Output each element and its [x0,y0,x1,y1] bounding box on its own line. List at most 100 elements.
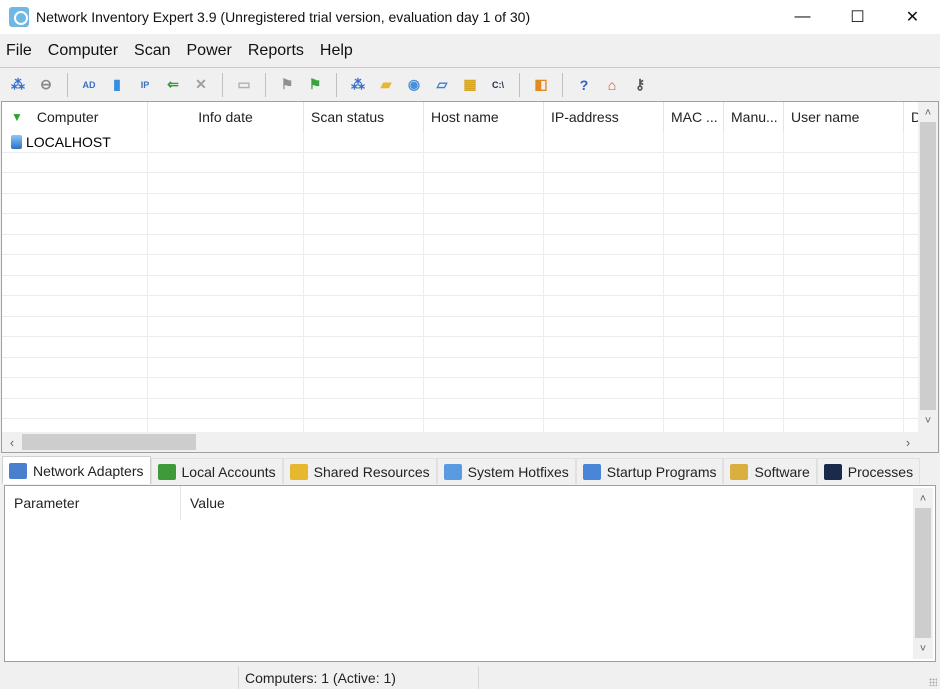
column-header-host-name[interactable]: Host name [424,102,544,132]
tab-local-accounts[interactable]: Local Accounts [150,458,283,484]
table-cell [148,152,304,172]
column-header-manu[interactable]: Manu... [724,102,784,132]
table-row[interactable] [2,398,919,419]
scroll-left-icon[interactable]: ‹ [2,432,22,452]
table-row[interactable] [2,193,919,214]
report-button[interactable]: ◧ [529,73,553,97]
menu-scan[interactable]: Scan [126,42,178,60]
column-header-info-date[interactable]: Info date [148,102,304,132]
properties-button[interactable]: ▭ [232,73,256,97]
scan-button[interactable]: ⚑ [303,73,327,97]
menu-file[interactable]: File [0,42,40,60]
column-value[interactable]: Value [181,486,381,520]
scroll-down-icon[interactable]: ˅ [918,412,938,430]
report-icon: ◧ [534,76,548,92]
table-row[interactable] [2,296,919,317]
column-label: Manu... [731,109,778,125]
table-cell [544,214,664,234]
table-cell [2,214,148,234]
table-row[interactable] [2,275,919,296]
resize-grip-icon[interactable] [929,678,937,686]
menu-computer[interactable]: Computer [40,42,126,60]
detail-panel[interactable]: Parameter Value ˄ ˅ [4,485,936,662]
hotfixes-button[interactable]: ◉ [402,73,426,97]
table-cell [664,378,724,398]
table-cell [664,152,724,172]
column-header-ip-address[interactable]: IP-address [544,102,664,132]
shared-folders-button[interactable]: ▰ [374,73,398,97]
menu-help[interactable]: Help [312,42,361,60]
table-row[interactable] [2,316,919,337]
column-header-user-name[interactable]: User name [784,102,904,132]
import-computers-icon: ⇐ [167,76,179,92]
processes-button[interactable]: C:\ [486,73,510,97]
table-row[interactable]: LOCALHOST [2,132,919,153]
startup-icon: ▱ [436,76,448,92]
table-row[interactable] [2,357,919,378]
scroll-thumb[interactable] [920,122,936,410]
table-cell [904,337,919,357]
startup-button[interactable]: ▱ [430,73,454,97]
delete-button[interactable]: ✕ [189,73,213,97]
network-adapters-button[interactable]: ⁂ [346,73,370,97]
menu-power[interactable]: Power [179,42,240,60]
status-computers-count: Computers: 1 (Active: 1) [239,666,479,689]
table-cell [784,316,904,336]
minimize-button[interactable]: — [775,0,830,34]
computers-grid[interactable]: ▼ Computer Info date Scan status Host name IP… [1,101,939,453]
help-button[interactable]: ? [572,73,596,97]
table-row[interactable] [2,214,919,235]
column-header-computer[interactable]: ▼ Computer [2,102,148,132]
table-row[interactable] [2,173,919,194]
column-header-scan-status[interactable]: Scan status [304,102,424,132]
vertical-scrollbar[interactable]: ˄ ˅ [918,102,938,432]
tab-network-adapters[interactable]: Network Adapters [2,456,151,484]
window-title: Network Inventory Expert 3.9 (Unregister… [36,9,531,25]
detail-scroll-down-icon[interactable]: ˅ [913,640,933,658]
column-parameter[interactable]: Parameter [5,486,181,520]
tab-processes[interactable]: Processes [816,458,921,484]
add-computer-button[interactable]: ▮ [105,73,129,97]
horizontal-scrollbar[interactable]: ‹ › [2,432,938,452]
tab-startup-programs[interactable]: Startup Programs [575,458,724,484]
detail-scroll-thumb[interactable] [915,508,931,638]
table-cell [304,193,424,213]
properties-icon: ▭ [237,76,251,92]
remove-computer-button[interactable]: ⊖ [34,73,58,97]
tab-software[interactable]: Software [723,458,817,484]
maximize-button[interactable]: ☐ [830,0,885,34]
add-by-ip-button[interactable]: IP [133,73,157,97]
add-computers-button[interactable]: ⁂ [6,73,30,97]
table-row[interactable] [2,152,919,173]
toolbar-separator [265,72,266,97]
close-button[interactable]: ✕ [885,0,940,34]
tab-shared-resources[interactable]: Shared Resources [282,458,437,484]
detail-scroll-up-icon[interactable]: ˄ [913,490,933,508]
detail-vertical-scrollbar[interactable]: ˄ ˅ [913,488,933,659]
home-button[interactable]: ⌂ [600,73,624,97]
column-header-mac[interactable]: MAC ... [664,102,724,132]
import-computers-button[interactable]: ⇐ [161,73,185,97]
table-cell [424,234,544,254]
scan-disabled-button[interactable]: ⚑ [275,73,299,97]
table-row[interactable] [2,378,919,399]
table-cell [304,378,424,398]
scroll-up-icon[interactable]: ˄ [918,104,938,122]
table-cell [148,357,304,377]
tab-system-hotfixes[interactable]: System Hotfixes [436,458,576,484]
table-cell [2,193,148,213]
scroll-right-icon[interactable]: › [898,432,918,452]
software-button[interactable]: ▦ [458,73,482,97]
menu-reports[interactable]: Reports [240,42,312,60]
table-row[interactable] [2,337,919,358]
hscroll-thumb[interactable] [22,434,196,450]
table-cell [904,234,919,254]
table-cell [904,378,919,398]
add-from-ad-button[interactable]: AD [77,73,101,97]
table-row[interactable] [2,255,919,276]
register-key-button[interactable]: ⚷ [628,73,652,97]
table-cell [724,275,784,295]
table-row[interactable] [2,234,919,255]
software-icon: ▦ [463,76,477,92]
column-header-d[interactable]: D [904,102,919,132]
